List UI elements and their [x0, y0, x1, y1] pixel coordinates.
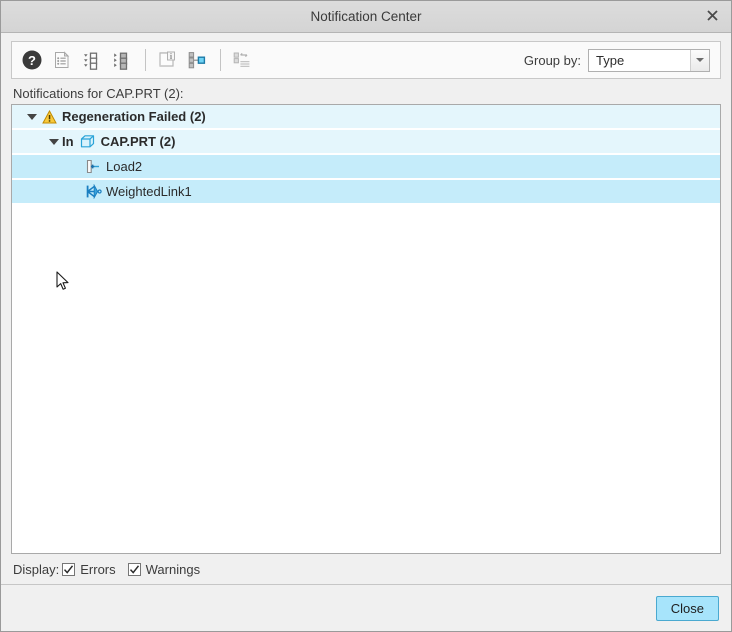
group-by-label: Group by:	[523, 52, 581, 68]
help-button[interactable]: ?	[18, 46, 46, 74]
page-info-icon: i	[159, 51, 175, 67]
group-by-value: Type	[596, 52, 625, 68]
load-constraint-icon	[84, 159, 102, 175]
chevron-down-icon[interactable]	[690, 49, 709, 71]
svg-text:?: ?	[28, 53, 36, 68]
part-cube-icon	[79, 134, 97, 150]
toolbar: ? i Group by: Type	[11, 41, 721, 79]
checkmark-icon	[129, 564, 139, 574]
triangle-down-glyph	[49, 138, 59, 145]
expand-all-tree-icon	[84, 52, 98, 70]
errors-checkbox[interactable]	[62, 562, 76, 576]
checkmark-icon	[64, 564, 74, 574]
group-by-select[interactable]: Type	[588, 48, 710, 72]
tree-row-group-regeneration-failed[interactable]: Regeneration Failed (2)	[12, 105, 720, 128]
tree-row-label: Load2	[106, 159, 143, 174]
show-details-button[interactable]	[48, 46, 76, 74]
display-label: Display:	[13, 561, 60, 577]
close-x-glyph	[706, 10, 718, 21]
mouse-cursor-icon	[56, 271, 70, 291]
sort-swap-list-icon	[233, 52, 250, 67]
sort-notifications-button[interactable]	[228, 46, 256, 74]
chevron-down-glyph	[696, 58, 704, 62]
question-mark-circle-icon: ?	[22, 50, 42, 70]
tree-row-item-load2[interactable]: Load2	[12, 155, 720, 178]
close-window-icon[interactable]	[697, 3, 727, 30]
document-list-icon	[55, 51, 70, 68]
close-button[interactable]: Close	[655, 595, 719, 621]
warning-triangle-icon	[40, 109, 58, 125]
expand-all-button[interactable]	[78, 46, 106, 74]
collapse-all-tree-icon	[114, 52, 128, 70]
group-by-control: Group by: Type	[523, 48, 714, 72]
window-title: Notification Center	[310, 9, 422, 24]
tree-row-label: Regeneration Failed (2)	[62, 109, 206, 124]
notifications-label: Notifications for CAP.PRT (2):	[13, 86, 184, 101]
notifications-tree[interactable]: Regeneration Failed (2) In CAP.PRT (2) L…	[11, 104, 721, 554]
toolbar-separator-2	[220, 49, 221, 71]
tree-row-label: CAP.PRT (2)	[100, 134, 176, 149]
tree-row-part-cap-prt[interactable]: In CAP.PRT (2)	[12, 130, 720, 153]
notification-center-window: Notification Center ? i Group by: Type N…	[0, 0, 732, 632]
tree-row-label: WeightedLink1	[106, 184, 192, 199]
triangle-down-icon[interactable]	[24, 109, 40, 125]
triangle-down-icon[interactable]	[46, 134, 62, 150]
show-info-button[interactable]: i	[153, 46, 181, 74]
warnings-label: Warnings	[145, 561, 201, 577]
tree-row-prefix: In	[62, 134, 74, 149]
title-bar: Notification Center	[1, 1, 731, 33]
weighted-link-icon	[84, 184, 102, 200]
show-in-model-tree-button[interactable]	[183, 46, 211, 74]
model-tree-node-icon	[188, 52, 206, 69]
toolbar-separator-1	[145, 49, 146, 71]
tree-row-item-weightedlink1[interactable]: WeightedLink1	[12, 180, 720, 203]
dialog-body: ? i Group by: Type Notifications for CAP…	[1, 33, 731, 584]
collapse-all-button[interactable]	[108, 46, 136, 74]
dialog-footer: Close	[1, 584, 731, 631]
triangle-down-glyph	[27, 113, 37, 120]
errors-label: Errors	[80, 561, 116, 577]
warnings-checkbox[interactable]	[127, 562, 141, 576]
display-filter-row: Display: Errors Warnings	[11, 554, 721, 584]
